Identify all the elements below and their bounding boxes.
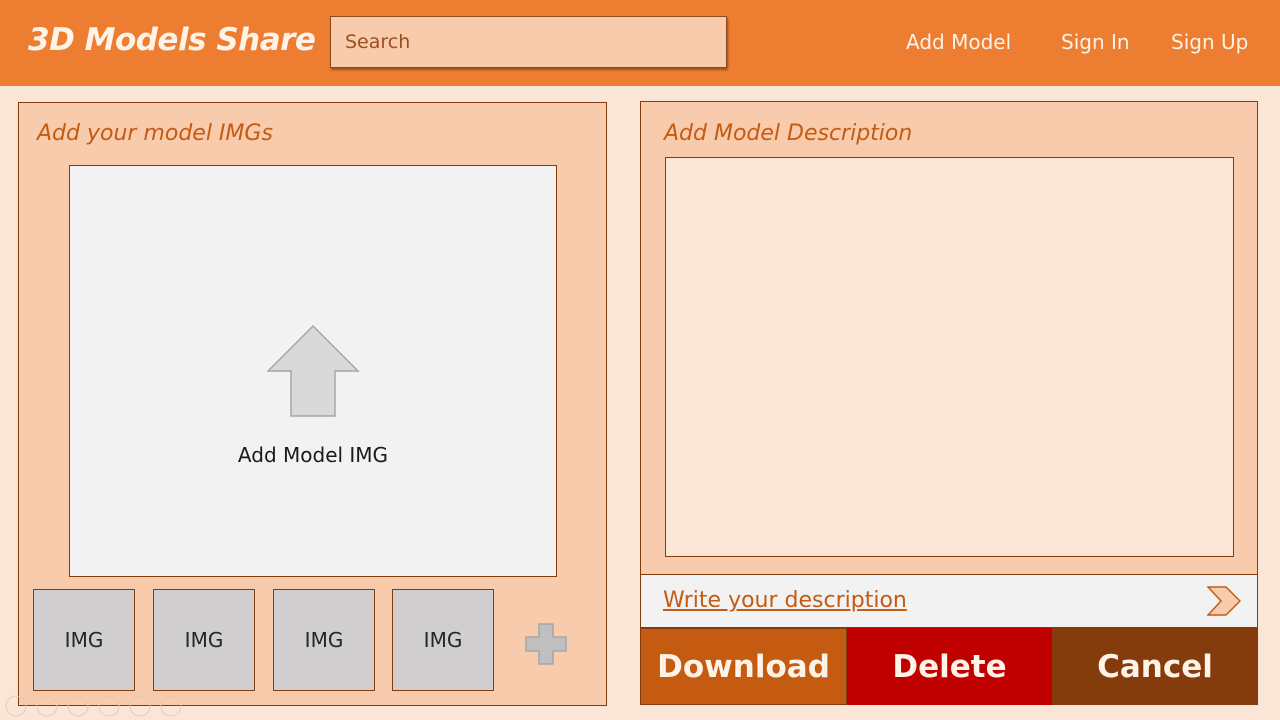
description-panel-title: Add Model Description [664,121,913,146]
delete-button[interactable]: Delete [847,628,1052,705]
image-thumbnail[interactable]: IMG [392,589,494,691]
description-panel: Add Model Description [640,101,1258,575]
add-image-plus-icon[interactable] [525,623,567,665]
description-input-bar: Write your description [640,574,1258,628]
top-bar: 3D Models Share Add Model Sign In Sign U… [0,0,1280,86]
cancel-button[interactable]: Cancel [1052,628,1258,705]
images-panel-title: Add your model IMGs [37,121,273,146]
image-thumbnail[interactable]: IMG [153,589,255,691]
nav-sign-up[interactable]: Sign Up [1171,30,1248,54]
description-preview-area [665,157,1234,557]
image-thumbnail[interactable]: IMG [273,589,375,691]
dropzone-label: Add Model IMG [237,443,389,467]
app-logo[interactable]: 3D Models Share [28,22,316,58]
upload-arrow-icon [267,324,360,417]
description-input[interactable]: Write your description [663,588,907,613]
image-thumbnail[interactable]: IMG [33,589,135,691]
image-dropzone[interactable]: Add Model IMG [69,165,557,577]
images-panel: Add your model IMGs Add Model IMG IMG IM… [18,102,607,706]
nav-sign-in[interactable]: Sign In [1061,30,1130,54]
chevron-right-icon[interactable] [1207,586,1241,616]
presentation-controls-icon [5,695,182,717]
download-button[interactable]: Download [640,628,847,705]
nav-add-model[interactable]: Add Model [906,30,1011,54]
search-input[interactable] [330,16,727,68]
